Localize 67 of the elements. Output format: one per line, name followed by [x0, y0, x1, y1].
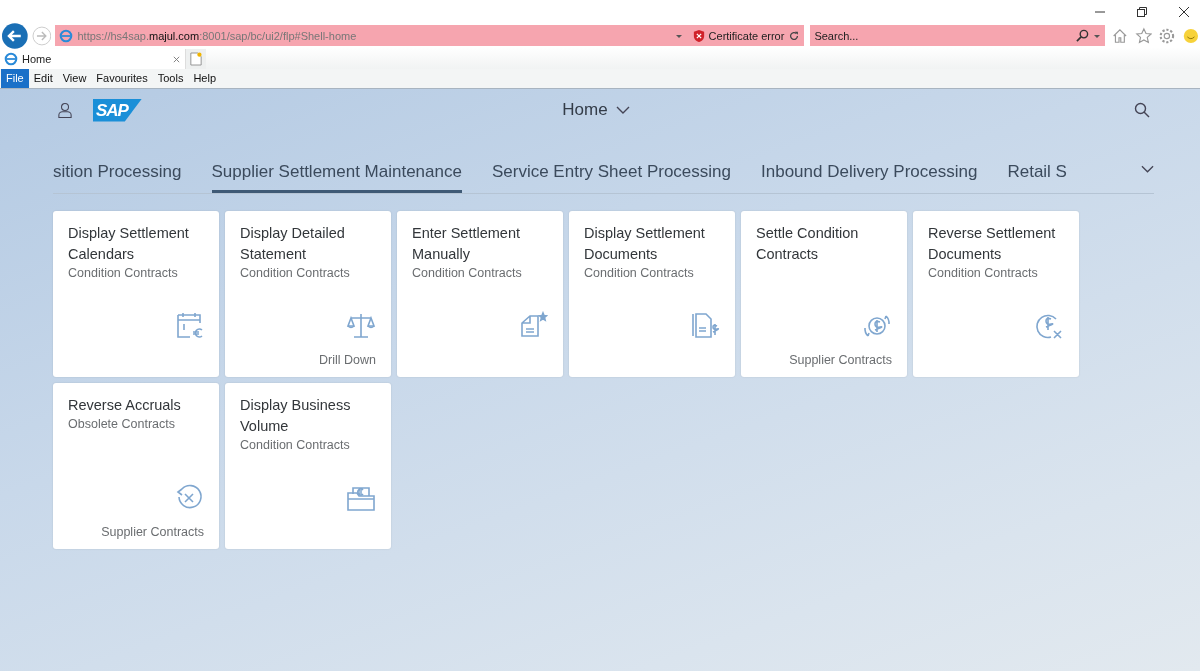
search-input[interactable]: Search...	[814, 29, 1072, 42]
document-dollar-icon	[690, 311, 720, 341]
tile-title: Settle Condition Contracts	[756, 224, 860, 264]
app-tile[interactable]: Enter Settlement Manually Condition Contracts	[397, 211, 563, 377]
new-page-icon	[190, 52, 202, 66]
tile-title: Enter Settlement Manually	[412, 224, 521, 264]
browser-icon	[4, 52, 18, 66]
smiley-icon[interactable]	[1182, 26, 1200, 45]
browser-tab[interactable]: Home	[0, 49, 185, 69]
close-icon[interactable]	[1178, 6, 1190, 18]
tile-title: Display Business Volume	[240, 396, 352, 436]
group-tab[interactable]: Service Entry Sheet Processing	[491, 162, 731, 193]
app-tile[interactable]: Settle Condition Contracts Supplier Contracts	[741, 211, 907, 377]
group-tab[interactable]: Retail S	[1007, 162, 1067, 193]
tab-label: Home	[22, 53, 53, 65]
app-tile[interactable]: Display Business Volume Condition Contracts	[225, 383, 391, 549]
app-tile[interactable]: Reverse Accruals Obsolete Contracts Supplier Contracts	[53, 383, 219, 549]
app-tile[interactable]: Display Settlement Documents Condition Contracts	[569, 211, 735, 377]
app-tile[interactable]: Reverse Settlement Documents Condition Contracts	[913, 211, 1079, 377]
group-tab[interactable]: sition Processing	[53, 162, 182, 193]
tile-subtitle: Condition Contracts	[584, 266, 695, 280]
app-tile[interactable]: Display Settlement Calendars Condition Contracts	[53, 211, 219, 377]
restore-icon[interactable]	[1136, 6, 1148, 18]
refresh-icon[interactable]	[788, 29, 801, 42]
back-icon[interactable]	[2, 22, 28, 49]
chevron-down-icon[interactable]	[1141, 165, 1154, 173]
shield-error-icon[interactable]	[692, 29, 705, 42]
search-icon[interactable]	[1134, 102, 1150, 118]
chevron-down-icon	[615, 106, 630, 114]
tile-subtitle: Condition Contracts	[240, 266, 351, 280]
tile-title: Display Detailed Statement	[240, 224, 346, 264]
tile-footer: Supplier Contracts	[789, 353, 892, 367]
tile-subtitle: Obsolete Contracts	[68, 417, 176, 431]
user-icon[interactable]	[58, 101, 72, 119]
sap-logo[interactable]: SAP	[93, 98, 142, 122]
tile-subtitle: Condition Contracts	[412, 266, 523, 280]
tile-subtitle: Condition Contracts	[928, 266, 1039, 280]
new-tab-button[interactable]	[185, 49, 206, 69]
tile-subtitle: Condition Contracts	[240, 438, 351, 452]
menu-item[interactable]: Edit	[28, 69, 58, 88]
menu-item[interactable]: Favourites	[91, 69, 153, 88]
menu-item[interactable]: File	[1, 69, 29, 88]
calendar-euro-icon	[174, 311, 204, 341]
menu-item[interactable]: Tools	[152, 69, 189, 88]
settings-icon[interactable]	[1158, 26, 1177, 45]
tile-title: Display Settlement Documents	[584, 224, 706, 264]
tile-subtitle: Condition Contracts	[68, 266, 179, 280]
certificate-error-text[interactable]: Certificate error	[708, 29, 785, 42]
search-field[interactable]: Search...	[810, 25, 1105, 46]
search-icon[interactable]	[1075, 29, 1089, 42]
url-text: https://hs4sap.majul.com:8001/sap/bc/ui2/flp#Shell-home	[77, 29, 358, 42]
app-tile[interactable]: Display Detailed Statement Condition Contracts Drill Down	[225, 211, 391, 377]
tile-footer: Supplier Contracts	[101, 525, 204, 539]
menu-item[interactable]: View	[57, 69, 92, 88]
home-menu-button[interactable]: Home	[562, 100, 630, 120]
scales-icon	[346, 311, 376, 341]
menu-item[interactable]: Help	[188, 69, 222, 88]
home-icon[interactable]	[1110, 26, 1129, 45]
tile-title: Reverse Settlement Documents	[928, 224, 1057, 264]
star-icon[interactable]	[1134, 26, 1153, 45]
tile-footer: Drill Down	[319, 353, 376, 367]
group-tab[interactable]: Inbound Delivery Processing	[761, 162, 978, 193]
browser-icon	[59, 28, 74, 43]
tile-title: Reverse Accruals	[68, 396, 182, 415]
address-bar[interactable]: https://hs4sap.majul.com:8001/sap/bc/ui2/flp#Shell-home Certificate error	[55, 25, 805, 46]
group-tab[interactable]: Supplier Settlement Maintenance	[211, 162, 462, 193]
tile-title: Display Settlement Calendars	[68, 224, 190, 264]
